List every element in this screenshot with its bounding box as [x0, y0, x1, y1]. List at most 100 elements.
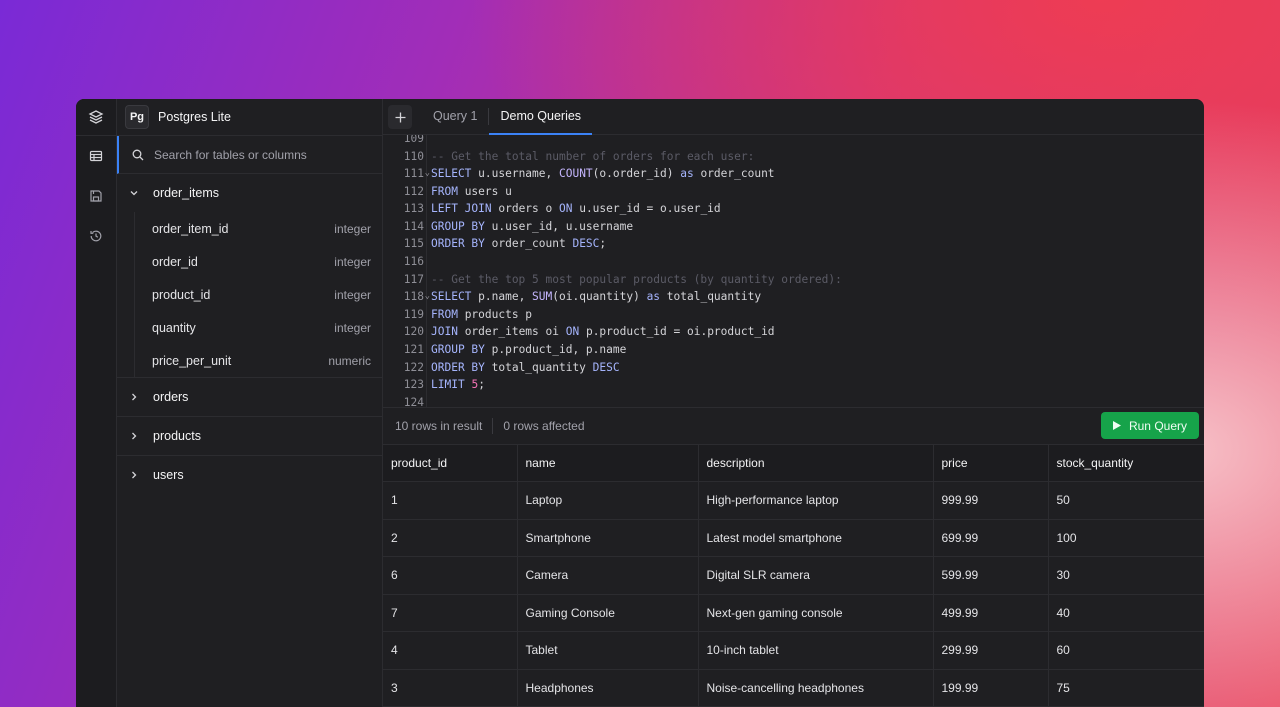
app-logo-icon	[76, 99, 116, 136]
table-cell: Next-gen gaming console	[698, 594, 934, 632]
code-line: FROM users u	[431, 184, 512, 198]
code-area[interactable]: -- Get the total number of orders for ea…	[427, 135, 1204, 407]
table-row[interactable]: 3 Headphones Noise-cancelling headphones 19…	[383, 669, 1204, 707]
table-products: products	[117, 417, 382, 456]
table-cell: 40	[1048, 594, 1204, 632]
table-cell: Headphones	[517, 669, 699, 707]
table-row[interactable]: 2 Smartphone Latest model smartphone 699.99…	[383, 519, 1204, 557]
tables-nav-icon[interactable]	[76, 136, 117, 176]
table-cell: High-performance laptop	[698, 481, 934, 520]
line-number: 119	[403, 307, 424, 321]
table-cell: 10-inch tablet	[698, 631, 934, 670]
tree-item-order-items[interactable]: order_items	[117, 174, 382, 212]
line-number: 121	[403, 343, 424, 357]
search-input[interactable]: Search for tables or columns	[154, 148, 307, 162]
table-cell: Gaming Console	[517, 594, 699, 632]
code-line: JOIN order_items oi ON p.product_id = oi…	[431, 325, 775, 339]
table-row[interactable]: 7 Gaming Console Next-gen gaming console 49…	[383, 594, 1204, 632]
table-cell: Laptop	[517, 481, 699, 520]
plus-icon	[395, 112, 405, 122]
code-line: SELECT u.username, COUNT(o.order_id) as …	[431, 167, 775, 181]
table-cell: 30	[1048, 556, 1204, 595]
table-users: users	[117, 456, 382, 494]
table-name: order_items	[153, 186, 219, 200]
line-number: 109	[403, 134, 424, 145]
table-row[interactable]: 6 Camera Digital SLR camera 599.99 30	[383, 556, 1204, 595]
line-number: 118 ⌄	[383, 288, 430, 306]
column-header[interactable]: name	[517, 444, 699, 482]
table-orders: orders	[117, 378, 382, 417]
column-row[interactable]: product_id integer	[152, 278, 382, 311]
code-line: -- Get the top 5 most popular products (…	[431, 272, 842, 286]
column-row[interactable]: price_per_unit numeric	[152, 344, 382, 377]
table-cell: 599.99	[933, 556, 1049, 595]
table-cell: 100	[1048, 519, 1204, 557]
line-number: 112	[403, 184, 424, 198]
rows-in-result: 10 rows in result	[395, 418, 483, 433]
chevron-right-icon	[129, 431, 143, 441]
table-header-row: product_id name description price stock_quan…	[383, 444, 1204, 482]
sidebar-header: Pg Postgres Lite	[117, 99, 382, 136]
column-type: numeric	[328, 353, 371, 368]
tab-query-1[interactable]: Query 1	[422, 108, 490, 125]
column-name: quantity	[152, 320, 196, 335]
column-row[interactable]: quantity integer	[152, 311, 382, 344]
line-number: 120	[403, 325, 424, 339]
sql-editor[interactable]: 109 110 111 ⌄ 112 113 114 115 116 117 118 ⌄ 119 120 12…	[383, 134, 1204, 408]
play-icon	[1112, 421, 1121, 431]
column-header[interactable]: description	[698, 444, 934, 482]
column-row[interactable]: order_item_id integer	[152, 212, 382, 245]
column-type: integer	[334, 320, 371, 335]
column-header[interactable]: product_id	[383, 444, 518, 482]
app-title: Postgres Lite	[158, 110, 231, 124]
column-name: product_id	[152, 287, 211, 302]
saved-queries-icon[interactable]	[76, 176, 117, 216]
column-header[interactable]: price	[933, 444, 1049, 482]
column-type: integer	[334, 221, 371, 236]
add-tab-button[interactable]	[388, 105, 412, 129]
table-cell: Tablet	[517, 631, 699, 670]
tree-item-products[interactable]: products	[117, 417, 382, 455]
history-icon[interactable]	[76, 216, 117, 256]
table-order-items: order_items order_item_id integer order_…	[117, 174, 382, 378]
tree-item-orders[interactable]: orders	[117, 378, 382, 416]
code-line: LEFT JOIN orders o ON u.user_id = o.user…	[431, 202, 721, 216]
column-row[interactable]: order_id integer	[152, 245, 382, 278]
fold-chevron-icon[interactable]: ⌄	[425, 165, 430, 183]
column-header[interactable]: stock_quantity	[1048, 444, 1204, 482]
line-number: 117	[403, 272, 424, 286]
rows-affected: 0 rows affected	[503, 418, 585, 433]
table-search[interactable]: Search for tables or columns	[117, 136, 382, 174]
run-query-button[interactable]: Run Query	[1100, 412, 1199, 440]
results-table: product_id name description price stock_quan…	[383, 444, 1204, 707]
chevron-right-icon	[129, 470, 143, 480]
line-number: 124	[403, 395, 424, 408]
fold-chevron-icon[interactable]: ⌄	[425, 288, 430, 306]
tab-demo-queries[interactable]: Demo Queries	[489, 99, 592, 135]
line-number: 115	[403, 237, 424, 251]
table-cell: 60	[1048, 631, 1204, 670]
table-cell: 1	[383, 481, 518, 520]
line-number: 116	[403, 255, 424, 269]
search-icon	[132, 149, 144, 160]
code-line: FROM products p	[431, 307, 533, 321]
line-gutter: 109 110 111 ⌄ 112 113 114 115 116 117 118 ⌄ 119 120 12…	[383, 134, 430, 408]
table-row[interactable]: 4 Tablet 10-inch tablet 299.99 60	[383, 631, 1204, 670]
icon-rail	[76, 99, 117, 707]
line-number: 113	[403, 202, 424, 216]
line-number: 123	[403, 378, 424, 392]
code-line: ORDER BY order_count DESC;	[431, 237, 607, 251]
table-cell: 75	[1048, 669, 1204, 707]
table-cell: 699.99	[933, 519, 1049, 557]
run-query-label: Run Query	[1128, 418, 1187, 433]
table-name: users	[153, 468, 184, 482]
column-name: price_per_unit	[152, 353, 232, 368]
tree-item-users[interactable]: users	[117, 456, 382, 494]
divider	[492, 417, 494, 434]
table-row[interactable]: 1 Laptop High-performance laptop 999.99 50	[383, 481, 1204, 520]
column-type: integer	[334, 287, 371, 302]
line-number: 111 ⌄	[383, 165, 430, 183]
